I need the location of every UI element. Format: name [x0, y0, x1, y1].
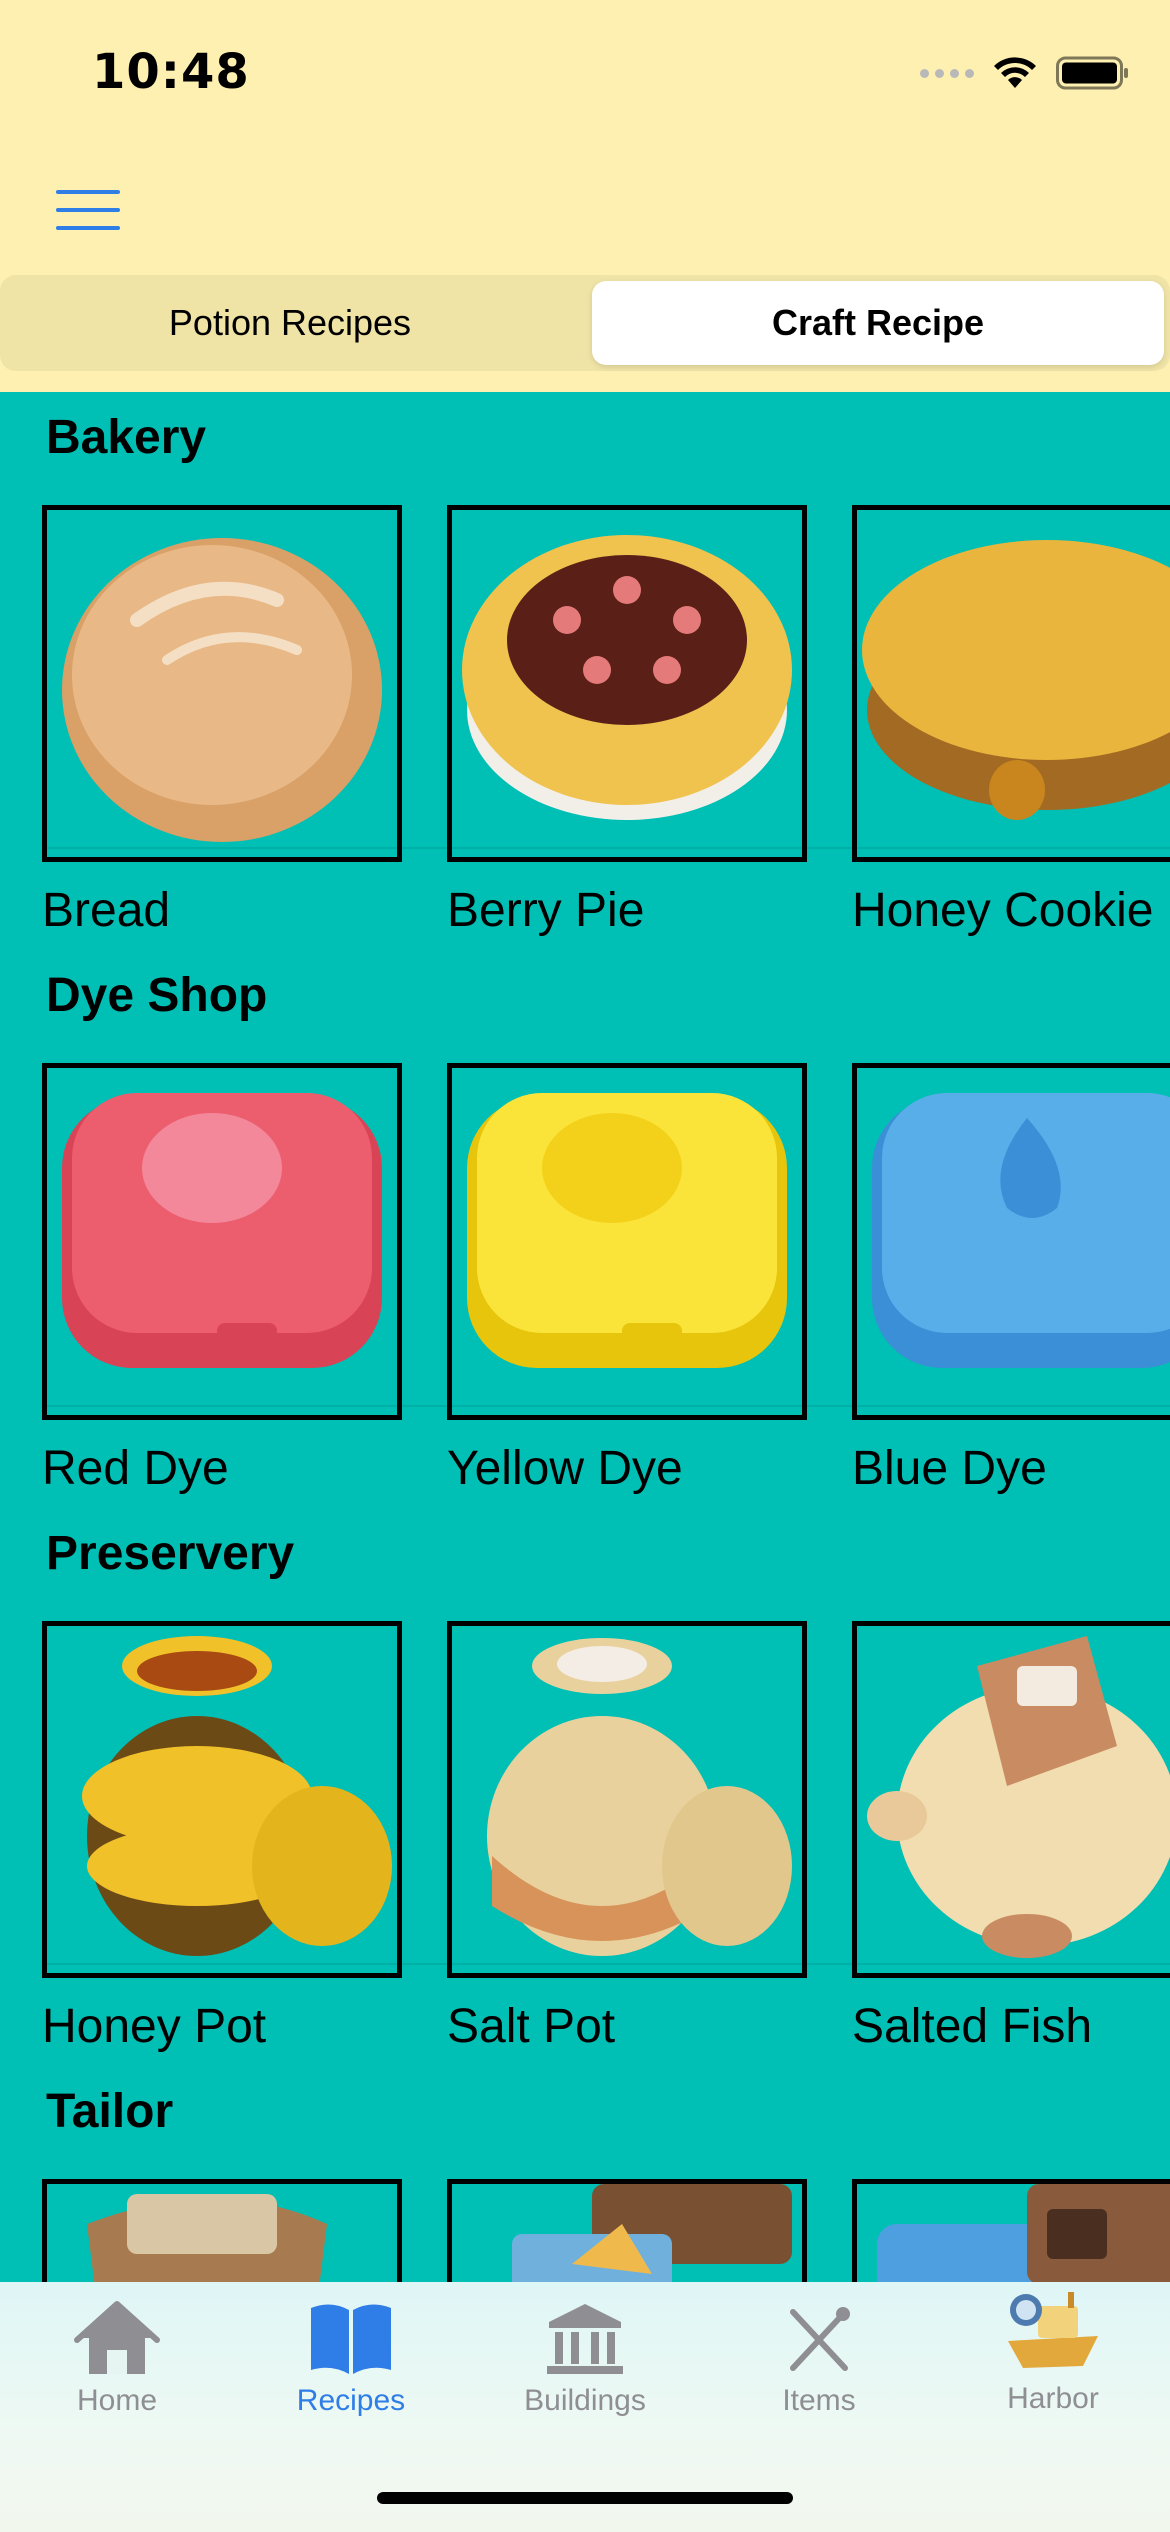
- boat-icon: [1008, 2292, 1098, 2368]
- segment-potion-recipes[interactable]: Potion Recipes: [0, 281, 580, 365]
- tailor-item-1-icon: [42, 2179, 402, 2282]
- salt-pot-icon: [447, 1621, 807, 1978]
- blue-dye-icon: [852, 1063, 1170, 1420]
- tab-buildings[interactable]: Buildings: [468, 2298, 702, 2448]
- section-title: Dye Shop: [46, 969, 268, 1022]
- tailor-item-3-icon: [852, 2179, 1170, 2282]
- section-title: Tailor: [46, 2085, 174, 2138]
- recipe-item-honey-pot[interactable]: Honey Pot: [42, 1621, 402, 2053]
- tailor-item-2-icon: [447, 2179, 807, 2282]
- tab-label: Recipes: [296, 2384, 406, 2417]
- status-time: 10:48: [92, 44, 250, 100]
- recipe-item-label: Red Dye: [42, 1442, 229, 1495]
- segment-craft-recipe[interactable]: Craft Recipe: [592, 281, 1164, 365]
- recipe-item-label: Honey Cookie: [852, 884, 1154, 937]
- berry-pie-icon: [447, 505, 807, 862]
- recipe-item-tailor-1[interactable]: [42, 2179, 402, 2282]
- tab-harbor[interactable]: Harbor: [936, 2292, 1170, 2448]
- tab-label: Items: [782, 2384, 856, 2417]
- recipe-item-honey-cookie[interactable]: Honey Cookie: [852, 505, 1170, 937]
- section-preservery: Preservery Honey Pot Salt Pot Salted Fis…: [0, 1508, 1170, 2066]
- tab-items[interactable]: Items: [702, 2298, 936, 2448]
- home-indicator: [377, 2492, 793, 2504]
- crossed-tools-icon: [790, 2307, 850, 2371]
- bank-icon: [547, 2304, 623, 2374]
- status-icons: [920, 56, 1130, 90]
- recipe-item-label: Bread: [42, 884, 171, 937]
- book-icon: [311, 2304, 391, 2374]
- house-icon: [74, 2301, 160, 2374]
- wifi-icon: [994, 57, 1036, 88]
- row-divider: [46, 1963, 1170, 1965]
- red-dye-icon: [42, 1063, 402, 1420]
- recipe-list[interactable]: Bakery Bread Berry Pie Honey Cookie Dye …: [0, 392, 1170, 2282]
- bread-icon: [42, 505, 402, 862]
- recipe-item-bread[interactable]: Bread: [42, 505, 402, 937]
- honey-cookie-icon: [852, 505, 1170, 862]
- header: 10:48 Potion Recipes Craft Recipe: [0, 0, 1170, 392]
- recipe-item-label: Honey Pot: [42, 2000, 267, 2053]
- recipe-item-berry-pie[interactable]: Berry Pie: [447, 505, 807, 937]
- recipe-item-label: Blue Dye: [852, 1442, 1047, 1495]
- yellow-dye-icon: [447, 1063, 807, 1420]
- tab-label: Home: [76, 2384, 158, 2417]
- recipe-type-segmented-control: Potion Recipes Craft Recipe: [0, 275, 1170, 371]
- honey-pot-icon: [42, 1621, 402, 1978]
- section-title: Bakery: [46, 411, 207, 464]
- tab-recipes[interactable]: Recipes: [234, 2298, 468, 2448]
- recipe-item-label: Berry Pie: [447, 884, 645, 937]
- row-divider: [46, 847, 1170, 849]
- section-bakery: Bakery Bread Berry Pie Honey Cookie: [0, 392, 1170, 950]
- cellular-signal-icon: [920, 68, 974, 78]
- recipe-item-tailor-3[interactable]: [852, 2179, 1170, 2282]
- battery-icon: [1056, 56, 1128, 90]
- section-dye-shop: Dye Shop Red Dye Yellow Dye Blue Dye: [0, 950, 1170, 1508]
- recipe-item-label: Salted Fish: [852, 2000, 1093, 2053]
- recipe-item-red-dye[interactable]: Red Dye: [42, 1063, 402, 1495]
- hamburger-menu-button[interactable]: [56, 190, 120, 230]
- tab-label: Harbor: [1007, 2382, 1099, 2415]
- recipe-item-salt-pot[interactable]: Salt Pot: [447, 1621, 807, 2053]
- row-divider: [46, 1405, 1170, 1407]
- recipe-item-salted-fish[interactable]: Salted Fish: [852, 1621, 1170, 2053]
- recipe-item-blue-dye[interactable]: Blue Dye: [852, 1063, 1170, 1495]
- section-title: Preservery: [46, 1527, 295, 1580]
- tab-label: Buildings: [524, 2384, 646, 2417]
- section-tailor: Tailor: [0, 2066, 1170, 2282]
- recipe-item-label: Salt Pot: [447, 2000, 616, 2053]
- recipe-item-label: Yellow Dye: [447, 1442, 683, 1495]
- recipe-item-yellow-dye[interactable]: Yellow Dye: [447, 1063, 807, 1495]
- salted-fish-icon: [852, 1621, 1170, 1978]
- recipe-item-tailor-2[interactable]: [447, 2179, 807, 2282]
- tab-home[interactable]: Home: [0, 2298, 234, 2448]
